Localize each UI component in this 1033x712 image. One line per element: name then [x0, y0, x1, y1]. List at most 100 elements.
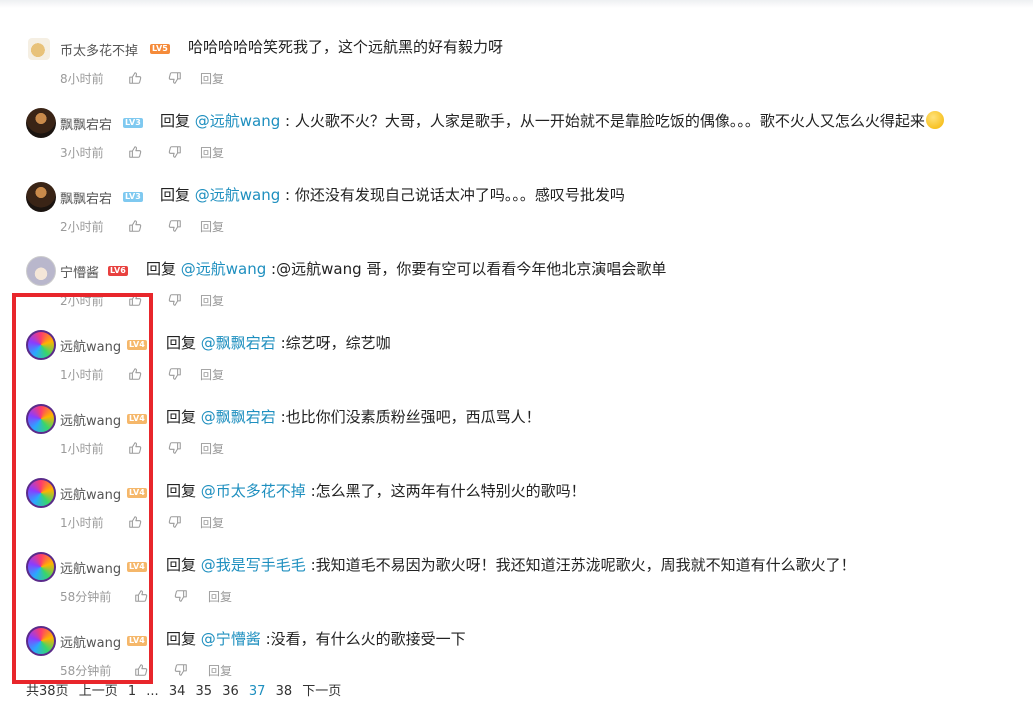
- next-page-link[interactable]: 下一页: [302, 684, 341, 699]
- thumbs-down-icon[interactable]: [174, 663, 188, 677]
- username[interactable]: 远航wang: [60, 484, 121, 503]
- avatar[interactable]: [26, 256, 56, 286]
- thumbs-up-icon[interactable]: [128, 515, 142, 529]
- mention-link[interactable]: @宁懵酱: [201, 630, 261, 648]
- page-link-1[interactable]: 1: [128, 684, 136, 699]
- level-badge: LV4: [127, 414, 147, 424]
- comment-item: 币太多花不掉 LV5 哈哈哈哈哈笑死我了，这个远航黑的好有毅力呀 8小时前 回复: [0, 12, 1033, 86]
- thumbs-up-icon[interactable]: [128, 71, 142, 85]
- mention-link[interactable]: @远航wang: [195, 112, 281, 130]
- comment-item: 飘飘宕宕 LV3 回复 @远航wang : 人火歌不火？大哥，人家是歌手，从一开…: [0, 86, 1033, 160]
- reply-button[interactable]: 回复: [200, 144, 224, 161]
- username[interactable]: 远航wang: [60, 410, 121, 429]
- thumbs-down-icon[interactable]: [168, 71, 182, 85]
- thumbs-up-icon[interactable]: [134, 589, 148, 603]
- page-link-38[interactable]: 38: [276, 684, 293, 699]
- level-badge: LV3: [123, 192, 143, 202]
- comment-body: :@远航wang 哥，你要有空可以看看今年他北京演唱会歌单: [266, 260, 667, 278]
- comment-text: 回复 @飘飘宕宕 :综艺呀，综艺咖: [166, 332, 391, 353]
- page-link-36[interactable]: 36: [222, 684, 239, 699]
- thumbs-down-icon[interactable]: [168, 515, 182, 529]
- comment-item: 飘飘宕宕 LV3 回复 @远航wang : 你还没有发现自己说话太冲了吗。。。感…: [0, 160, 1033, 234]
- username[interactable]: 远航wang: [60, 632, 121, 651]
- thumbs-up-icon[interactable]: [128, 367, 142, 381]
- mention-link[interactable]: @飘飘宕宕: [201, 334, 276, 352]
- reply-button[interactable]: 回复: [200, 70, 224, 87]
- comment-body: 哈哈哈哈哈笑死我了，这个远航黑的好有毅力呀: [188, 38, 504, 56]
- timestamp: 2小时前: [60, 220, 104, 234]
- thumbs-up-icon[interactable]: [134, 663, 148, 677]
- thumbs-down-icon[interactable]: [168, 293, 182, 307]
- comment-item: 远航wang LV4 回复 @我是写手毛毛 :我知道毛不易因为歌火呀！我还知道汪…: [0, 530, 1033, 604]
- prev-page-link[interactable]: 上一页: [79, 684, 118, 699]
- thumbs-down-icon[interactable]: [168, 145, 182, 159]
- thumbs-down-icon[interactable]: [174, 589, 188, 603]
- avatar[interactable]: [26, 552, 56, 582]
- reply-prefix: 回复: [166, 556, 201, 574]
- mention-link[interactable]: @币太多花不掉: [201, 482, 306, 500]
- reply-prefix: 回复: [166, 482, 201, 500]
- thumbs-down-icon[interactable]: [168, 367, 182, 381]
- avatar[interactable]: [26, 626, 56, 656]
- mention-link[interactable]: @飘飘宕宕: [201, 408, 276, 426]
- level-badge: LV4: [127, 562, 147, 572]
- username[interactable]: 远航wang: [60, 558, 121, 577]
- timestamp: 1小时前: [60, 368, 104, 382]
- comment-item: 宁懵酱 LV6 回复 @远航wang :@远航wang 哥，你要有空可以看看今年…: [0, 234, 1033, 308]
- level-badge: LV6: [108, 266, 128, 276]
- comment-item: 远航wang LV4 回复 @币太多花不掉 :怎么黑了，这两年有什么特别火的歌吗…: [0, 456, 1033, 530]
- comment-text: 回复 @币太多花不掉 :怎么黑了，这两年有什么特别火的歌吗！: [166, 480, 586, 501]
- timestamp: 58分钟前: [60, 664, 112, 678]
- thumbs-up-icon[interactable]: [128, 293, 142, 307]
- level-badge: LV5: [150, 44, 170, 54]
- comment-body: :我知道毛不易因为歌火呀！我还知道汪苏泷呢歌火，周我就不知道有什么歌火了！: [305, 556, 856, 574]
- pagination: 共38页 上一页 1 ... 34 35 36 37 38 下一页: [26, 680, 347, 699]
- mention-link[interactable]: @我是写手毛毛: [201, 556, 306, 574]
- thumbs-up-icon[interactable]: [128, 219, 142, 233]
- sweat-emoji-icon: [925, 111, 944, 129]
- comment-body: :没看，有什么火的歌接受一下: [260, 630, 466, 648]
- comment-meta: 58分钟前 回复: [0, 662, 400, 680]
- mention-link[interactable]: @远航wang: [181, 260, 267, 278]
- username[interactable]: 飘飘宕宕: [60, 188, 112, 207]
- avatar[interactable]: [26, 182, 56, 212]
- page-total: 共38页: [26, 684, 69, 699]
- username[interactable]: 币太多花不掉: [60, 40, 138, 59]
- avatar[interactable]: [26, 404, 56, 434]
- timestamp: 1小时前: [60, 516, 104, 530]
- page-link-35[interactable]: 35: [196, 684, 213, 699]
- comment-text: 回复 @远航wang : 你还没有发现自己说话太冲了吗。。。感叹号批发吗: [160, 184, 625, 205]
- mention-link[interactable]: @远航wang: [195, 186, 281, 204]
- level-badge: LV4: [127, 340, 147, 350]
- comment-body: : 你还没有发现自己说话太冲了吗。。。感叹号批发吗: [280, 186, 625, 204]
- username[interactable]: 飘飘宕宕: [60, 114, 112, 133]
- timestamp: 1小时前: [60, 442, 104, 456]
- reply-prefix: 回复: [146, 260, 181, 278]
- thumbs-down-icon[interactable]: [168, 219, 182, 233]
- reply-button[interactable]: 回复: [200, 514, 224, 531]
- comment-text: 回复 @飘飘宕宕 :也比你们没素质粉丝强吧，西瓜骂人！: [166, 406, 541, 427]
- reply-button[interactable]: 回复: [208, 662, 232, 679]
- comment-body: :也比你们没素质粉丝强吧，西瓜骂人！: [275, 408, 541, 426]
- comment-text: 回复 @远航wang :@远航wang 哥，你要有空可以看看今年他北京演唱会歌单: [146, 258, 666, 279]
- comment-body: :怎么黑了，这两年有什么特别火的歌吗！: [305, 482, 586, 500]
- thumbs-up-icon[interactable]: [128, 145, 142, 159]
- level-badge: LV4: [127, 488, 147, 498]
- reply-button[interactable]: 回复: [200, 292, 224, 309]
- avatar[interactable]: [26, 330, 56, 360]
- username[interactable]: 远航wang: [60, 336, 121, 355]
- avatar[interactable]: [26, 108, 56, 138]
- username[interactable]: 宁懵酱: [60, 262, 99, 281]
- reply-prefix: 回复: [160, 186, 195, 204]
- reply-button[interactable]: 回复: [200, 440, 224, 457]
- timestamp: 3小时前: [60, 146, 104, 160]
- reply-button[interactable]: 回复: [200, 218, 224, 235]
- reply-button[interactable]: 回复: [208, 588, 232, 605]
- reply-button[interactable]: 回复: [200, 366, 224, 383]
- comment-item: 远航wang LV4 回复 @宁懵酱 :没看，有什么火的歌接受一下 58分钟前 …: [0, 604, 1033, 678]
- avatar[interactable]: [28, 38, 50, 60]
- avatar[interactable]: [26, 478, 56, 508]
- thumbs-up-icon[interactable]: [128, 441, 142, 455]
- thumbs-down-icon[interactable]: [168, 441, 182, 455]
- page-link-34[interactable]: 34: [169, 684, 186, 699]
